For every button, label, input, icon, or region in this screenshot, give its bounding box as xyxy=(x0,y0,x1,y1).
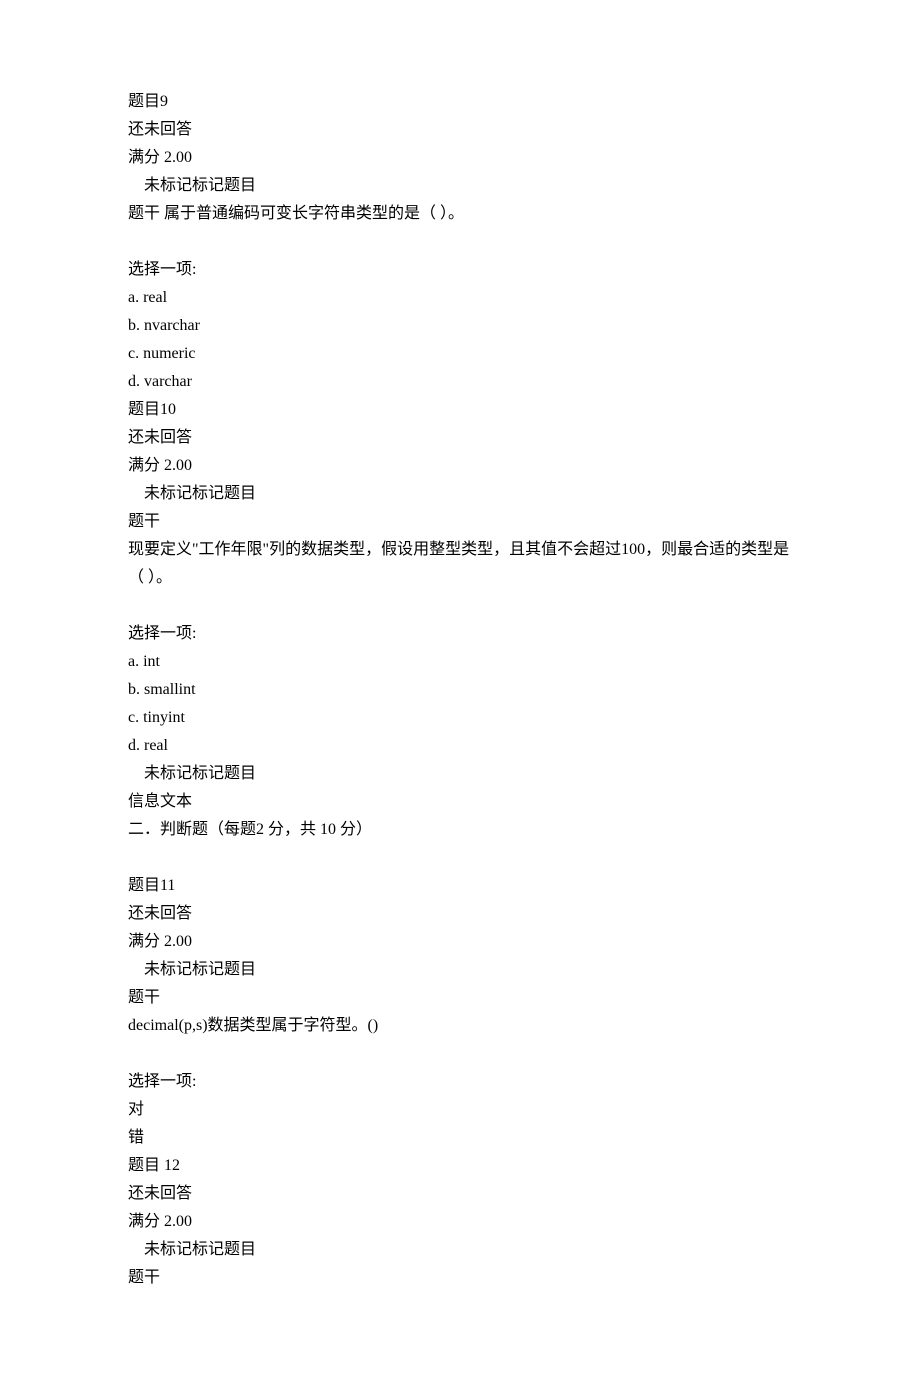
q12-full-score: 满分 2.00 xyxy=(128,1208,800,1236)
q9-status: 还未回答 xyxy=(128,116,800,144)
q9-choose-label: 选择一项: xyxy=(128,256,800,284)
q9-option-c[interactable]: c. numeric xyxy=(128,340,800,368)
q10-option-b[interactable]: b. smallint xyxy=(128,676,800,704)
q12-title: 题目 12 xyxy=(128,1152,800,1180)
q9-title: 题目9 xyxy=(128,88,800,116)
q10-option-a[interactable]: a. int xyxy=(128,648,800,676)
q9-flag: 未标记标记题目 xyxy=(128,172,800,200)
q11-stem-text: decimal(p,s)数据类型属于字符型。() xyxy=(128,1012,800,1040)
q9-stem: 题干 属于普通编码可变长字符串类型的是（ ）。 xyxy=(128,200,800,228)
q11-option-true[interactable]: 对 xyxy=(128,1096,800,1124)
q12-flag: 未标记标记题目 xyxy=(128,1236,800,1264)
q10-option-d[interactable]: d. real xyxy=(128,732,800,760)
spacer xyxy=(128,592,800,620)
q11-title: 题目11 xyxy=(128,872,800,900)
q9-stem-text: 属于普通编码可变长字符串类型的是（ ）。 xyxy=(164,205,464,222)
q9-option-b[interactable]: b. nvarchar xyxy=(128,312,800,340)
q11-option-false[interactable]: 错 xyxy=(128,1124,800,1152)
spacer xyxy=(128,1040,800,1068)
q10-status: 还未回答 xyxy=(128,424,800,452)
spacer xyxy=(128,844,800,872)
q10-flag2: 未标记标记题目 xyxy=(128,760,800,788)
q12-stem-label: 题干 xyxy=(128,1264,800,1292)
section-2-heading: 二．判断题（每题2 分，共 10 分） xyxy=(128,816,800,844)
q11-choose-label: 选择一项: xyxy=(128,1068,800,1096)
q10-stem-label: 题干 xyxy=(128,508,800,536)
q10-option-c[interactable]: c. tinyint xyxy=(128,704,800,732)
info-label: 信息文本 xyxy=(128,788,800,816)
spacer xyxy=(128,228,800,256)
q9-full-score: 满分 2.00 xyxy=(128,144,800,172)
q11-stem-label: 题干 xyxy=(128,984,800,1012)
q9-stem-label: 题干 xyxy=(128,205,160,222)
q9-option-d[interactable]: d. varchar xyxy=(128,368,800,396)
q10-choose-label: 选择一项: xyxy=(128,620,800,648)
q9-option-a[interactable]: a. real xyxy=(128,284,800,312)
q11-status: 还未回答 xyxy=(128,900,800,928)
q12-status: 还未回答 xyxy=(128,1180,800,1208)
q11-full-score: 满分 2.00 xyxy=(128,928,800,956)
document-page: 题目9 还未回答 满分 2.00 未标记标记题目 题干 属于普通编码可变长字符串… xyxy=(0,0,920,1380)
q10-title: 题目10 xyxy=(128,396,800,424)
q11-flag: 未标记标记题目 xyxy=(128,956,800,984)
q10-flag: 未标记标记题目 xyxy=(128,480,800,508)
q10-stem-text: 现要定义"工作年限"列的数据类型，假设用整型类型，且其值不会超过100，则最合适… xyxy=(128,536,800,592)
q10-full-score: 满分 2.00 xyxy=(128,452,800,480)
